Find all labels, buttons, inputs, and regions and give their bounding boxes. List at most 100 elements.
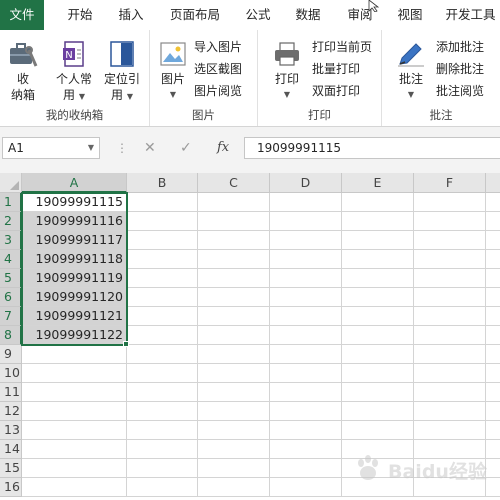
add-comment-button[interactable]: 添加批注: [436, 37, 484, 57]
cell-partial[interactable]: [486, 326, 500, 345]
cell-b8[interactable]: [127, 326, 198, 345]
cell-a16[interactable]: [22, 478, 127, 497]
cell-a15[interactable]: [22, 459, 127, 478]
cell-a12[interactable]: [22, 402, 127, 421]
cell-b9[interactable]: [127, 345, 198, 364]
cell-a4[interactable]: 19099991118: [22, 250, 127, 269]
cell-partial[interactable]: [486, 421, 500, 440]
cell-b5[interactable]: [127, 269, 198, 288]
cell-b11[interactable]: [127, 383, 198, 402]
cell-partial[interactable]: [486, 364, 500, 383]
cell-d8[interactable]: [270, 326, 342, 345]
column-header-partial[interactable]: [486, 173, 500, 193]
cell-f8[interactable]: [414, 326, 486, 345]
cell-c11[interactable]: [198, 383, 270, 402]
tab-formulas[interactable]: 公式: [238, 0, 278, 30]
cell-a10[interactable]: [22, 364, 127, 383]
cell-f6[interactable]: [414, 288, 486, 307]
row-header-9[interactable]: 9: [0, 345, 22, 364]
row-header-1[interactable]: 1: [0, 193, 22, 212]
tab-file[interactable]: 文件: [0, 0, 44, 30]
cell-f12[interactable]: [414, 402, 486, 421]
cell-a2[interactable]: 19099991116: [22, 212, 127, 231]
row-header-7[interactable]: 7: [0, 307, 22, 326]
picture-button[interactable]: 图片 ▼: [156, 40, 190, 103]
tab-view[interactable]: 视图: [390, 0, 430, 30]
cell-a9[interactable]: [22, 345, 127, 364]
cell-a7[interactable]: 19099991121: [22, 307, 127, 326]
select-all-button[interactable]: [0, 173, 22, 193]
cell-e2[interactable]: [342, 212, 414, 231]
picture-browse-button[interactable]: 图片阅览: [194, 81, 242, 101]
row-header-11[interactable]: 11: [0, 383, 22, 402]
delete-comment-button[interactable]: 删除批注: [436, 59, 484, 79]
fill-handle[interactable]: [123, 341, 129, 347]
cell-f4[interactable]: [414, 250, 486, 269]
comment-button[interactable]: 批注 ▼: [394, 40, 428, 103]
confirm-edit-button[interactable]: ✓: [180, 137, 192, 159]
cell-b10[interactable]: [127, 364, 198, 383]
cell-e12[interactable]: [342, 402, 414, 421]
cell-c7[interactable]: [198, 307, 270, 326]
cell-e13[interactable]: [342, 421, 414, 440]
cell-c4[interactable]: [198, 250, 270, 269]
cell-e1[interactable]: [342, 193, 414, 212]
column-header-d[interactable]: D: [270, 173, 342, 193]
formula-input[interactable]: 19099991115: [244, 137, 500, 159]
column-header-c[interactable]: C: [198, 173, 270, 193]
cell-b6[interactable]: [127, 288, 198, 307]
cell-partial[interactable]: [486, 231, 500, 250]
cell-a5[interactable]: 19099991119: [22, 269, 127, 288]
cell-c15[interactable]: [198, 459, 270, 478]
cell-d16[interactable]: [270, 478, 342, 497]
row-header-6[interactable]: 6: [0, 288, 22, 307]
cell-partial[interactable]: [486, 193, 500, 212]
cell-b3[interactable]: [127, 231, 198, 250]
cell-partial[interactable]: [486, 307, 500, 326]
cell-partial[interactable]: [486, 288, 500, 307]
row-header-12[interactable]: 12: [0, 402, 22, 421]
tab-home[interactable]: 开始: [59, 0, 101, 30]
cancel-edit-button[interactable]: ✕: [144, 137, 156, 159]
cell-e4[interactable]: [342, 250, 414, 269]
cell-partial[interactable]: [486, 250, 500, 269]
cell-b4[interactable]: [127, 250, 198, 269]
cell-b13[interactable]: [127, 421, 198, 440]
row-header-2[interactable]: 2: [0, 212, 22, 231]
cell-c6[interactable]: [198, 288, 270, 307]
cell-e6[interactable]: [342, 288, 414, 307]
cell-d15[interactable]: [270, 459, 342, 478]
browse-comment-button[interactable]: 批注阅览: [436, 81, 484, 101]
row-header-10[interactable]: 10: [0, 364, 22, 383]
cell-c16[interactable]: [198, 478, 270, 497]
row-header-4[interactable]: 4: [0, 250, 22, 269]
cell-d1[interactable]: [270, 193, 342, 212]
column-header-b[interactable]: B: [127, 173, 198, 193]
name-box[interactable]: A1 ▼: [2, 137, 100, 159]
duplex-print-button[interactable]: 双面打印: [312, 81, 360, 101]
print-current-page-button[interactable]: 打印当前页: [312, 37, 372, 57]
cell-f5[interactable]: [414, 269, 486, 288]
storage-box-button[interactable]: 收 纳箱: [4, 40, 42, 103]
cell-e7[interactable]: [342, 307, 414, 326]
cell-f9[interactable]: [414, 345, 486, 364]
cell-c13[interactable]: [198, 421, 270, 440]
cell-b2[interactable]: [127, 212, 198, 231]
cell-d12[interactable]: [270, 402, 342, 421]
cell-partial[interactable]: [486, 402, 500, 421]
cell-b12[interactable]: [127, 402, 198, 421]
cell-a13[interactable]: [22, 421, 127, 440]
cell-b16[interactable]: [127, 478, 198, 497]
cell-a8[interactable]: 19099991122: [22, 326, 127, 345]
cell-d14[interactable]: [270, 440, 342, 459]
cell-d2[interactable]: [270, 212, 342, 231]
batch-print-button[interactable]: 批量打印: [312, 59, 360, 79]
cell-d7[interactable]: [270, 307, 342, 326]
column-header-e[interactable]: E: [342, 173, 414, 193]
cell-f1[interactable]: [414, 193, 486, 212]
row-header-5[interactable]: 5: [0, 269, 22, 288]
cell-d9[interactable]: [270, 345, 342, 364]
tab-page-layout[interactable]: 页面布局: [166, 0, 224, 30]
cell-c1[interactable]: [198, 193, 270, 212]
cell-partial[interactable]: [486, 345, 500, 364]
